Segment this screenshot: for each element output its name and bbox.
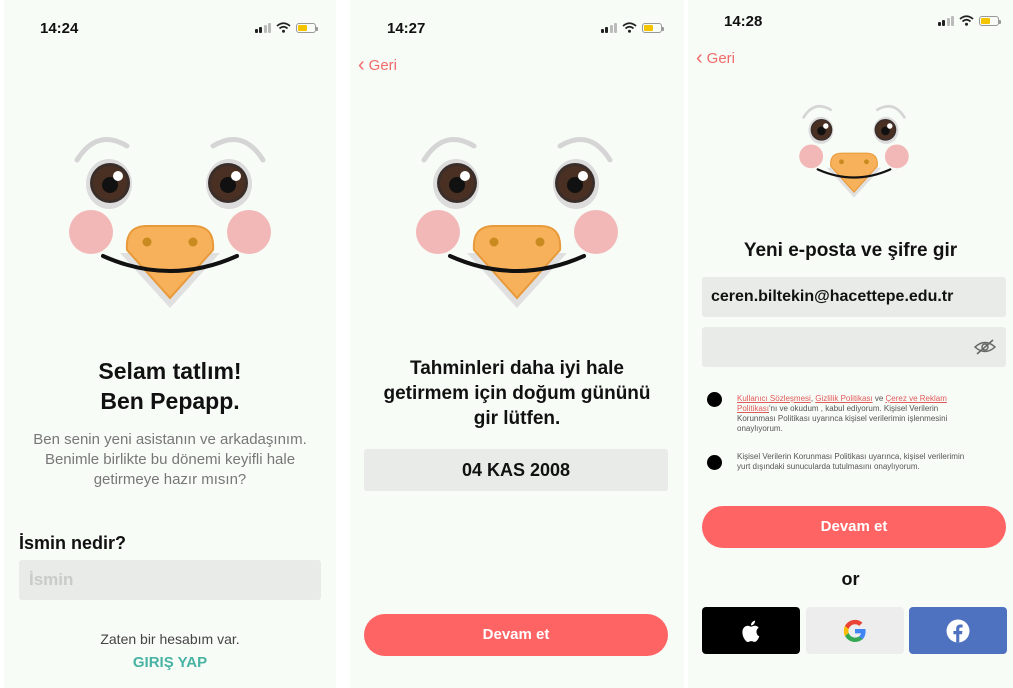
screen-email-password: 14:28 ‹ Geri Yeni e-posta ve şifre gir c… xyxy=(688,0,1013,688)
privacy-policy-link[interactable]: Gizlilik Politikası xyxy=(815,394,872,403)
subtitle-line: Ben senin yeni asistanın ve arkadaşınım. xyxy=(33,431,307,448)
welcome-title: Selam tatlım! Ben Pepapp. xyxy=(4,356,336,416)
title-line: Tahminleri daha iyi hale xyxy=(410,358,624,379)
email-input-value: ceren.biltekin@hacettepe.edu.tr xyxy=(711,288,954,305)
title-line: getirmem için doğum gününü xyxy=(383,383,651,404)
email-input[interactable]: ceren.biltekin@hacettepe.edu.tr xyxy=(702,277,1006,317)
status-icons xyxy=(254,22,318,33)
apple-icon xyxy=(742,620,760,642)
title-line: Ben Pepapp. xyxy=(100,388,240,414)
status-icons xyxy=(600,22,664,33)
title-line: gir lütfen. xyxy=(473,408,561,429)
consent-terms-text: Kullanıcı Sözleşmesi, Gizlilik Politikas… xyxy=(737,394,1012,434)
cookie-policy-link-cont[interactable]: Politikası xyxy=(737,404,769,413)
birthday-date-picker[interactable]: 04 KAS 2008 xyxy=(364,449,668,491)
consent-checkbox-terms[interactable] xyxy=(707,392,722,407)
continue-button[interactable]: Devam et xyxy=(702,506,1006,548)
facebook-login-button[interactable] xyxy=(909,607,1007,654)
legal-text: yurt dışındaki sunucularda tutulmasını o… xyxy=(737,462,920,471)
subtitle-line: getirmeye hazır mısın? xyxy=(93,471,247,488)
apple-login-button[interactable] xyxy=(702,607,800,654)
legal-text: onaylıyorum. xyxy=(737,424,783,433)
back-button[interactable]: ‹ Geri xyxy=(696,48,735,68)
google-icon xyxy=(843,619,866,642)
legal-text: ve xyxy=(872,394,886,403)
facebook-icon xyxy=(946,619,970,642)
back-label: Geri xyxy=(368,56,398,74)
name-label: İsmin nedir? xyxy=(19,533,127,553)
chevron-left-icon: ‹ xyxy=(696,47,703,69)
google-login-button[interactable] xyxy=(806,607,904,654)
legal-text: 'nı ve okudum , kabul ediyorum. Kişisel … xyxy=(769,404,939,413)
signup-title: Yeni e-posta ve şifre gir xyxy=(743,240,958,261)
continue-button[interactable]: Devam et xyxy=(364,614,668,656)
battery-icon xyxy=(296,22,318,33)
login-link[interactable]: GIRIŞ YAP xyxy=(4,654,336,671)
mascot-illustration xyxy=(799,104,909,198)
battery-icon xyxy=(642,22,664,33)
signal-icon xyxy=(254,22,271,33)
mascot-illustration xyxy=(416,137,618,308)
wifi-icon xyxy=(959,15,974,26)
name-input-placeholder: İsmin xyxy=(29,570,74,589)
birthday-title: Tahminleri daha iyi hale getirmem için d… xyxy=(350,356,684,431)
status-time: 14:28 xyxy=(724,13,763,30)
status-icons xyxy=(937,15,1001,26)
wifi-icon xyxy=(276,22,291,33)
status-time: 14:24 xyxy=(40,20,79,37)
signal-icon xyxy=(600,22,617,33)
status-time: 14:27 xyxy=(387,20,426,37)
birthday-date-value: 04 KAS 2008 xyxy=(461,459,571,480)
back-label: Geri xyxy=(706,49,736,67)
consent-data-transfer-text: Kişisel Verilerin Korunması Politikası u… xyxy=(737,452,1012,472)
title-line: Selam tatlım! xyxy=(98,358,242,384)
back-button[interactable]: ‹ Geri xyxy=(358,55,397,75)
subtitle-line: Benimle birlikte bu dönemi keyifli hale xyxy=(44,451,296,468)
name-input[interactable]: İsmin xyxy=(19,560,321,600)
screen-name-entry: 14:24 Selam tatlım! Ben Pepapp. Ben seni… xyxy=(4,0,336,688)
legal-text: Korunması Politikası uyarınca kişisel ve… xyxy=(737,414,948,423)
welcome-subtitle: Ben senin yeni asistanın ve arkadaşınım.… xyxy=(4,430,336,490)
user-agreement-link[interactable]: Kullanıcı Sözleşmesi xyxy=(737,394,811,403)
chevron-left-icon: ‹ xyxy=(358,54,365,76)
eye-off-icon[interactable] xyxy=(974,339,996,355)
cookie-policy-link[interactable]: Çerez ve Reklam xyxy=(886,394,947,403)
wifi-icon xyxy=(622,22,637,33)
battery-icon xyxy=(979,15,1001,26)
consent-checkbox-data-transfer[interactable] xyxy=(707,455,722,470)
password-input[interactable] xyxy=(702,327,1006,367)
or-divider: or xyxy=(841,569,860,589)
existing-account-text: Zaten bir hesabım var. xyxy=(100,631,240,647)
screen-birthday: 14:27 ‹ Geri Tahminleri daha iyi hale ge… xyxy=(350,0,684,688)
legal-text: Kişisel Verilerin Korunması Politikası u… xyxy=(737,452,965,461)
signal-icon xyxy=(937,15,954,26)
mascot-illustration xyxy=(69,137,271,308)
